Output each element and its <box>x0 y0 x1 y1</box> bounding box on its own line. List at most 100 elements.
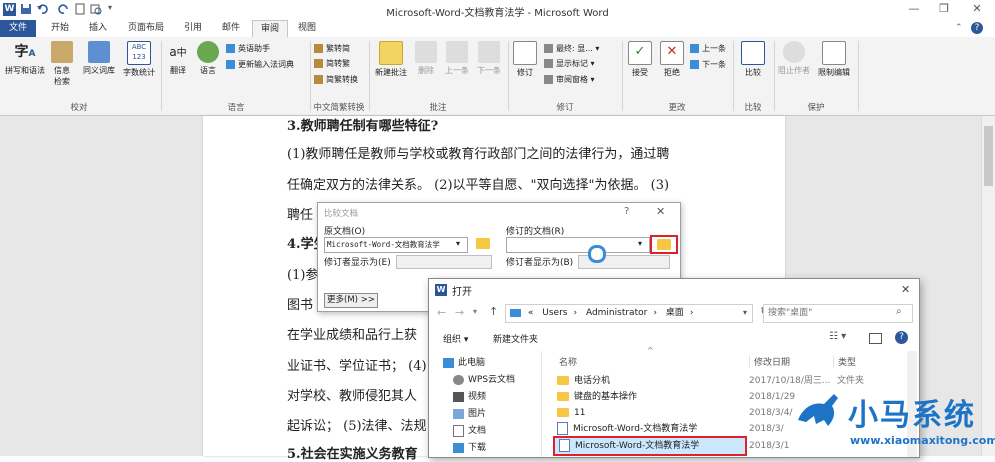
group-label-language: 语言 <box>227 103 245 113</box>
next-comment-button[interactable]: 下一条 <box>474 41 504 76</box>
nav-videos[interactable]: 视频 <box>453 389 486 406</box>
help-icon[interactable]: ? <box>895 331 908 344</box>
group-label-compare: 比较 <box>744 103 762 113</box>
collapse-ribbon-icon[interactable]: ⌃ <box>955 23 963 33</box>
revised-document-label: 修订的文档(R) <box>506 227 565 237</box>
next-change-icon <box>690 60 699 69</box>
compare-icon <box>741 41 765 65</box>
tab-review[interactable]: 审阅 <box>252 20 288 38</box>
prev-comment-button[interactable]: 上一条 <box>442 41 472 76</box>
word-count-button[interactable]: ABC 123 字数统计 <box>120 41 158 78</box>
watermark-brand: 小马系统 <box>848 398 976 433</box>
next-change-button[interactable]: 下一条 <box>690 59 726 71</box>
original-document-label: 原文档(O) <box>324 227 366 237</box>
breadcrumb-desktop[interactable]: 桌面 <box>666 308 684 318</box>
minimize-button[interactable]: — <box>903 2 925 18</box>
reject-button[interactable]: ✕ 拒绝 <box>657 41 687 78</box>
nav-wps-cloud[interactable]: WPS云文档 <box>453 372 515 389</box>
tab-mailings[interactable]: 邮件 <box>214 20 248 37</box>
open-revised-folder-button[interactable] <box>650 235 678 254</box>
column-header-type[interactable]: 类型 <box>833 355 856 368</box>
block-authors-icon <box>783 41 805 63</box>
tab-insert[interactable]: 插入 <box>81 20 115 37</box>
preview-pane-icon[interactable] <box>869 333 882 344</box>
navigation-pane: 此电脑 WPS云文档 视频 图片 文档 下载 <box>429 351 542 457</box>
column-header-date[interactable]: 修改日期 <box>749 355 790 368</box>
ribbon: 字A 拼写和语法 信息检索 同义词库 ABC 123 字数统计 校对 a中 翻译 … <box>0 37 995 116</box>
dialog-close-button[interactable]: ✕ <box>901 283 910 296</box>
breadcrumb-administrator[interactable]: Administrator <box>586 308 647 318</box>
nav-documents[interactable]: 文档 <box>453 423 486 440</box>
tab-references[interactable]: 引用 <box>176 20 210 37</box>
dialog-close-button[interactable]: ✕ <box>656 205 665 218</box>
delete-comment-icon <box>415 41 437 63</box>
recent-locations-icon[interactable]: ▾ <box>473 307 477 316</box>
doc-heading: 5.社会在实施义务教育 <box>287 447 418 462</box>
doc-line: 业证书、学位证书； (4) <box>287 359 427 374</box>
language-button[interactable]: 语言 <box>194 41 222 76</box>
accept-icon: ✓ <box>628 41 652 65</box>
display-for-review-select[interactable]: 最终: 显... ▾ <box>544 43 599 55</box>
back-icon[interactable]: ← <box>437 306 446 319</box>
restrict-editing-button[interactable]: 限制编辑 <box>814 41 854 78</box>
simp-to-trad-icon <box>314 59 323 68</box>
help-icon[interactable]: ? <box>971 22 983 34</box>
column-header-name[interactable]: 名称 <box>559 355 577 368</box>
previous-change-button[interactable]: 上一条 <box>690 43 726 55</box>
close-window-button[interactable]: ✕ <box>966 2 988 18</box>
tab-view[interactable]: 视图 <box>290 20 324 37</box>
revised-document-select[interactable]: ▾ <box>506 237 650 253</box>
search-input[interactable]: 搜索"桌面" ⌕ <box>763 304 913 323</box>
organize-button[interactable]: 组织 ▾ <box>443 332 468 345</box>
accept-button[interactable]: ✓ 接受 <box>625 41 655 78</box>
track-changes-button[interactable]: 修订 <box>511 41 539 78</box>
translate-icon: a中 <box>169 45 187 59</box>
thesaurus-button[interactable]: 同义词库 <box>78 41 120 76</box>
document-icon <box>453 424 464 437</box>
show-markup-button[interactable]: 显示标记 ▾ <box>544 58 595 70</box>
thesaurus-icon <box>88 41 110 63</box>
folder-icon <box>557 408 569 417</box>
simp-to-trad-button[interactable]: 简转繁 <box>314 58 350 70</box>
up-icon[interactable]: ↑ <box>489 305 498 318</box>
convert-button[interactable]: 简繁转换 <box>314 74 358 86</box>
doc-line: 在学业成绩和品行上获 <box>287 328 418 343</box>
address-dropdown-icon[interactable]: ▾ <box>743 308 747 317</box>
original-document-select[interactable]: Microsoft-Word-文档教育法学 ▾ <box>324 237 468 253</box>
scroll-thumb[interactable] <box>984 126 993 186</box>
english-assistant-button[interactable]: 英语助手 <box>226 43 270 55</box>
lock-icon <box>822 41 846 65</box>
delete-comment-button[interactable]: 删除 <box>412 41 440 76</box>
trad-to-simp-button[interactable]: 繁转简 <box>314 43 350 55</box>
research-button[interactable]: 信息检索 <box>48 41 76 87</box>
nav-downloads[interactable]: 下载 <box>453 440 486 457</box>
nav-this-pc[interactable]: 此电脑 <box>443 355 485 372</box>
original-author-field[interactable] <box>396 255 492 269</box>
tab-file[interactable]: 文件 <box>0 20 36 37</box>
doc-line: 对学校、教师侵犯其人 <box>287 389 418 404</box>
tab-page-layout[interactable]: 页面布局 <box>120 20 172 37</box>
block-authors-button[interactable]: 阻止作者 <box>776 41 812 76</box>
doc-line: 聘任 <box>287 208 314 223</box>
file-row-selected[interactable]: Microsoft-Word-文档教育法学 <box>553 436 747 456</box>
review-pane-button[interactable]: 审阅窗格 ▾ <box>544 74 595 86</box>
breadcrumb-users[interactable]: Users <box>542 308 567 318</box>
nav-pictures[interactable]: 图片 <box>453 406 486 423</box>
new-folder-button[interactable]: 新建文件夹 <box>493 332 538 345</box>
address-bar[interactable]: « Users › Administrator › 桌面 › <box>505 304 753 323</box>
tab-home[interactable]: 开始 <box>43 20 77 37</box>
view-options-icon[interactable]: ☷ ▾ <box>829 331 846 342</box>
spelling-button[interactable]: 字A 拼写和语法 <box>2 41 48 76</box>
spelling-icon: 字A <box>14 44 36 60</box>
open-original-folder-icon[interactable] <box>476 238 490 249</box>
translate-button[interactable]: a中 翻译 <box>164 41 192 76</box>
dialog-help-button[interactable]: ? <box>624 206 629 217</box>
forward-icon[interactable]: → <box>455 306 464 319</box>
update-ime-button[interactable]: 更新输入法词典 <box>226 59 294 71</box>
computer-icon <box>510 308 521 317</box>
new-comment-button[interactable]: 新建批注 <box>372 41 410 78</box>
more-button[interactable]: 更多(M) >> <box>324 293 378 308</box>
compare-button[interactable]: 比较 <box>738 41 768 78</box>
restore-button[interactable]: ❐ <box>933 2 955 18</box>
chevron-down-icon: ▾ <box>456 239 461 248</box>
